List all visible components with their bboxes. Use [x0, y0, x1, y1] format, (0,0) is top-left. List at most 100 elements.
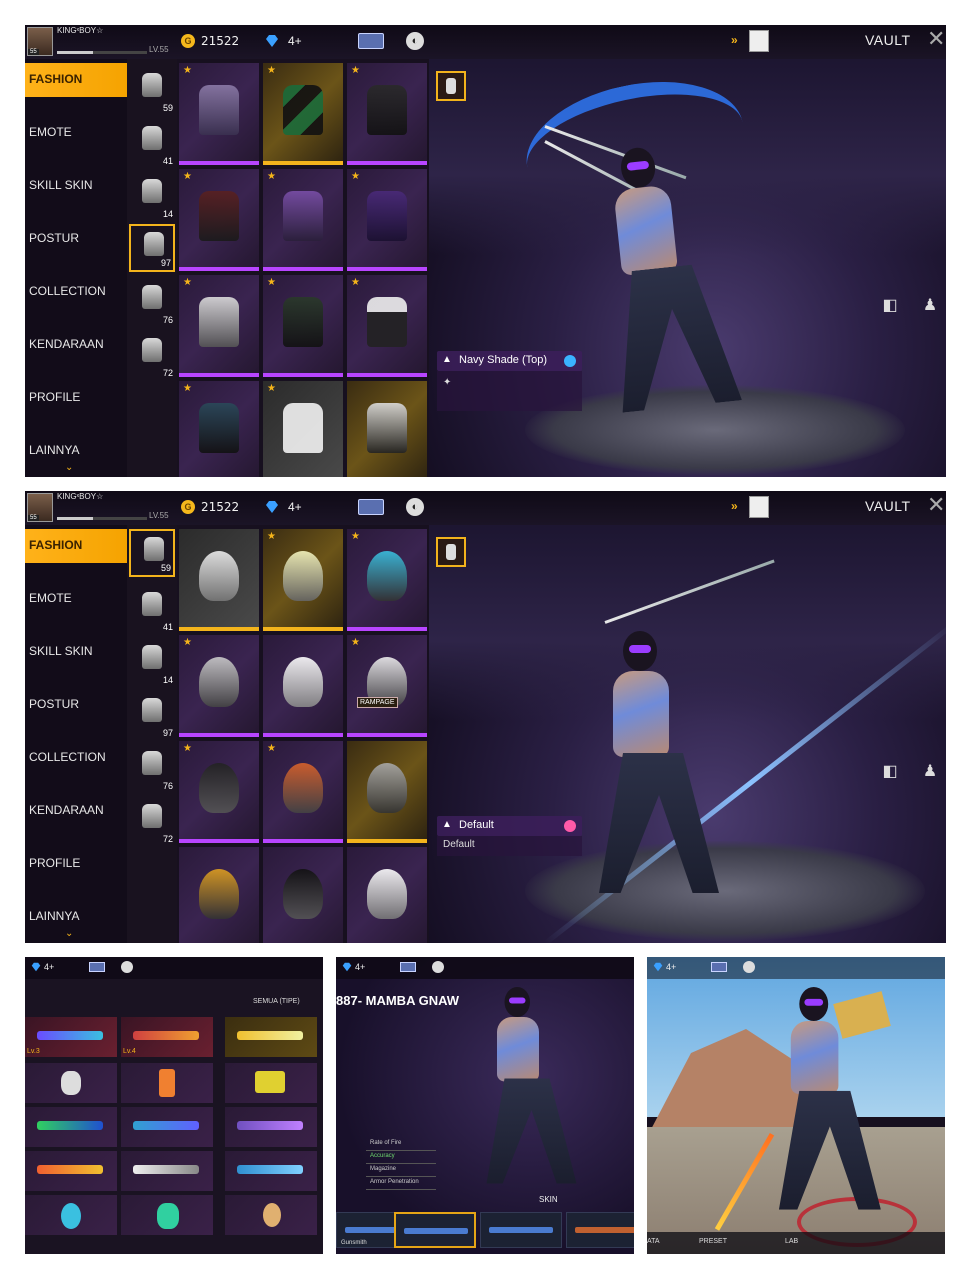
item-tile[interactable]: ★	[347, 63, 427, 165]
view-character-icon[interactable]: ♟	[917, 293, 943, 319]
rotate-phone-icon[interactable]: ◧	[877, 293, 903, 319]
item-tile[interactable]: ★	[347, 529, 427, 631]
subcat-feet[interactable]: 72	[129, 332, 175, 380]
subcat-top[interactable]: 97	[129, 224, 175, 272]
weapon-tile[interactable]	[225, 1195, 317, 1235]
ticket-icon[interactable]	[400, 962, 416, 972]
menu-item-lainnya[interactable]: LAINNYA	[25, 900, 127, 934]
weapon-tile[interactable]	[225, 1107, 317, 1147]
item-tile[interactable]	[179, 529, 259, 631]
weapon-tile[interactable]	[25, 1151, 117, 1191]
item-tile[interactable]: ★	[179, 63, 259, 165]
character-select-icon[interactable]	[749, 496, 769, 518]
toolbar-item-preset[interactable]: PRESET	[699, 1238, 727, 1245]
weapon-tile[interactable]	[225, 1151, 317, 1191]
ticket-icon[interactable]	[358, 499, 384, 515]
info-icon[interactable]	[564, 820, 576, 832]
item-tile[interactable]: ★	[263, 169, 343, 271]
menu-item-kendaraan[interactable]: KENDARAAN	[25, 794, 127, 828]
item-tile[interactable]	[347, 381, 427, 477]
subcat-mask[interactable]: 41	[129, 586, 175, 634]
player-avatar[interactable]: 55	[27, 493, 53, 522]
ticket-icon[interactable]	[89, 962, 105, 972]
item-tile[interactable]: ★	[347, 169, 427, 271]
skin-tab[interactable]: SKIN	[539, 1195, 558, 1204]
item-tile[interactable]: ★	[179, 169, 259, 271]
weapon-tile[interactable]	[25, 1107, 117, 1147]
weapon-tile[interactable]	[121, 1063, 213, 1103]
subcat-pants[interactable]: 76	[129, 279, 175, 327]
item-tile[interactable]: ★	[179, 741, 259, 843]
diamond-balance[interactable]: 4+	[288, 500, 302, 514]
item-tile[interactable]: ★	[263, 275, 343, 377]
item-tile[interactable]	[263, 635, 343, 737]
weapon-slot[interactable]	[480, 1212, 562, 1248]
weapon-tile[interactable]	[225, 1063, 317, 1103]
item-tile[interactable]	[179, 847, 259, 943]
item-tile[interactable]: ★	[263, 529, 343, 631]
weapon-tile[interactable]	[121, 1151, 213, 1191]
chevron-down-icon[interactable]: ⌄	[65, 928, 73, 939]
item-tile[interactable]: ★	[263, 381, 343, 477]
subcat-feet[interactable]: 72	[129, 798, 175, 846]
ticket-icon[interactable]	[358, 33, 384, 49]
subcat-head[interactable]: 14	[129, 639, 175, 687]
view-character-icon[interactable]: ♟	[917, 759, 943, 785]
double-chevron-icon[interactable]: »	[731, 499, 738, 513]
item-tile[interactable]: ★	[179, 275, 259, 377]
store-icon[interactable]	[121, 961, 133, 973]
menu-item-emote[interactable]: EMOTE	[25, 116, 127, 150]
ticket-icon[interactable]	[711, 962, 727, 972]
menu-item-collection[interactable]: COLLECTION	[25, 275, 127, 309]
character-model[interactable]	[476, 987, 589, 1190]
item-tile[interactable]: ★	[179, 635, 259, 737]
weapon-slot[interactable]	[566, 1212, 634, 1248]
item-tile[interactable]	[263, 847, 343, 943]
item-tile[interactable]: ★	[263, 63, 343, 165]
try-on-button[interactable]	[436, 537, 466, 567]
close-icon[interactable]: ✕	[927, 494, 945, 516]
menu-item-skill-skin[interactable]: SKILL SKIN	[25, 169, 127, 203]
store-icon[interactable]: ◐	[406, 32, 424, 50]
menu-item-fashion[interactable]: FASHION	[25, 529, 127, 563]
toolbar-item-lab[interactable]: LAB	[785, 1238, 798, 1245]
item-tile[interactable]: ★	[263, 741, 343, 843]
weapon-tile[interactable]	[25, 1063, 117, 1103]
menu-item-postur[interactable]: POSTUR	[25, 222, 127, 256]
subcat-pants[interactable]: 76	[129, 745, 175, 793]
weapon-tile[interactable]: Lv.4	[121, 1017, 213, 1057]
subcat-head[interactable]: 14	[129, 173, 175, 221]
filter-dropdown[interactable]: SEMUA (TIPE)	[253, 998, 300, 1005]
item-tile[interactable]	[347, 847, 427, 943]
rotate-phone-icon[interactable]: ◧	[877, 759, 903, 785]
menu-item-skill-skin[interactable]: SKILL SKIN	[25, 635, 127, 669]
menu-item-profile[interactable]: PROFILE	[25, 847, 127, 881]
menu-item-lainnya[interactable]: LAINNYA	[25, 434, 127, 468]
character-select-icon[interactable]	[749, 30, 769, 52]
subcat-mask[interactable]: 41	[129, 120, 175, 168]
player-avatar[interactable]: 55	[27, 27, 53, 56]
subcat-hat[interactable]: 59	[129, 529, 175, 577]
item-tile[interactable]	[347, 741, 427, 843]
menu-item-emote[interactable]: EMOTE	[25, 582, 127, 616]
toolbar-item-data[interactable]: ATA	[647, 1238, 660, 1245]
subcat-hat[interactable]: 59	[129, 67, 175, 115]
close-icon[interactable]: ✕	[927, 28, 945, 50]
menu-item-collection[interactable]: COLLECTION	[25, 741, 127, 775]
weapon-tile[interactable]	[121, 1107, 213, 1147]
try-on-button[interactable]	[436, 71, 466, 101]
store-icon[interactable]	[432, 961, 444, 973]
weapon-tile[interactable]	[121, 1195, 213, 1235]
store-icon[interactable]	[743, 961, 755, 973]
subcat-top[interactable]: 97	[129, 692, 175, 740]
weapon-tile[interactable]	[225, 1017, 317, 1057]
weapon-tile[interactable]	[25, 1195, 117, 1235]
double-chevron-icon[interactable]: »	[731, 33, 738, 47]
chevron-down-icon[interactable]: ⌄	[65, 462, 73, 473]
menu-item-fashion[interactable]: FASHION	[25, 63, 127, 97]
weapon-slot-selected[interactable]	[394, 1212, 476, 1248]
weapon-tile[interactable]: Lv.3	[25, 1017, 117, 1057]
store-icon[interactable]: ◐	[406, 498, 424, 516]
character-model[interactable]	[581, 138, 758, 422]
item-tile[interactable]: ★ RAMPAGE	[347, 635, 427, 737]
